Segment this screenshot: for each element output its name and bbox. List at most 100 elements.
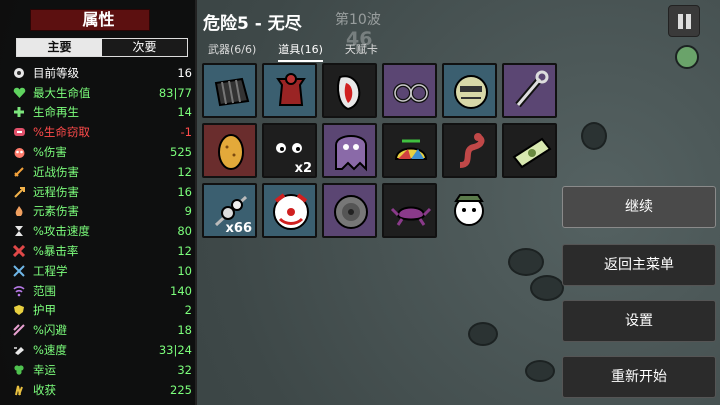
crit-icon <box>12 244 26 258</box>
item-slot[interactable] <box>262 183 317 238</box>
continue-button[interactable]: 继续 <box>562 186 716 228</box>
stat-label: 最大生命值 <box>33 85 91 100</box>
stat-row[interactable]: %生命窃取 -1 <box>12 122 192 142</box>
stat-label: 范围 <box>33 283 56 298</box>
stat-label: %攻击速度 <box>33 224 90 239</box>
stat-row[interactable]: 护甲 2 <box>12 301 192 321</box>
item-slot[interactable] <box>442 183 497 238</box>
stat-value: 18 <box>177 323 192 338</box>
stat-value: 80 <box>177 224 192 239</box>
stat-row[interactable]: 最大生命值 83|77 <box>12 83 192 103</box>
stat-value: 12 <box>177 164 192 179</box>
stat-row[interactable]: 元素伤害 9 <box>12 202 192 222</box>
stat-value: 225 <box>170 382 192 397</box>
stat-row[interactable]: %攻击速度 80 <box>12 221 192 241</box>
item-ghost-icon <box>335 135 367 172</box>
stat-value: 525 <box>170 145 192 160</box>
engineering-icon <box>12 264 26 278</box>
tab-weapons[interactable]: 武器(6/6) <box>208 41 256 62</box>
restart-button[interactable]: 重新开始 <box>562 356 716 398</box>
tab-secondary[interactable]: 次要 <box>102 39 187 56</box>
stat-label: 远程伤害 <box>33 184 79 199</box>
item-count: x66 <box>225 221 252 236</box>
stat-value: 140 <box>170 283 192 298</box>
stat-row[interactable]: 生命再生 14 <box>12 103 192 123</box>
item-slot[interactable] <box>202 123 257 178</box>
stat-value: 16 <box>177 65 192 80</box>
range-icon <box>12 284 26 298</box>
enemy-silhouette <box>468 322 498 346</box>
stat-list: 目前等级 16 最大生命值 83|77 生命再生 14 %生命窃取 -1 %伤害 525 近战伤害 1… <box>12 63 192 400</box>
item-clown-icon <box>273 193 309 230</box>
attack-speed-icon <box>12 224 26 238</box>
stat-value: 2 <box>184 303 192 318</box>
stat-row[interactable]: %闪避 18 <box>12 320 192 340</box>
stat-row[interactable]: %伤害 525 <box>12 142 192 162</box>
item-propeller-hat-icon <box>394 139 428 160</box>
stat-row[interactable]: 远程伤害 16 <box>12 182 192 202</box>
enemy-silhouette <box>675 45 699 69</box>
tab-primary[interactable]: 主要 <box>17 39 102 56</box>
pause-button[interactable] <box>668 5 700 37</box>
item-slot[interactable] <box>322 63 377 118</box>
main-menu-button[interactable]: 返回主菜单 <box>562 244 716 286</box>
item-slot[interactable] <box>502 63 557 118</box>
enemy-silhouette <box>530 275 564 301</box>
item-slot[interactable]: x66 <box>202 183 257 238</box>
item-slot[interactable] <box>262 63 317 118</box>
item-slot[interactable] <box>202 63 257 118</box>
item-slot[interactable] <box>382 183 437 238</box>
dodge-icon <box>12 323 26 337</box>
harvest-icon <box>12 383 26 397</box>
stat-label: 护甲 <box>33 303 56 318</box>
pause-icon <box>678 14 683 29</box>
item-tool-icon <box>515 70 549 108</box>
tab-items[interactable]: 道具(16) <box>278 41 323 62</box>
stat-row[interactable]: 工程学 10 <box>12 261 192 281</box>
item-slot[interactable] <box>502 123 557 178</box>
stat-label: 生命再生 <box>33 105 79 120</box>
item-slot[interactable] <box>322 123 377 178</box>
stat-label: %速度 <box>33 343 67 358</box>
stat-label: 幸运 <box>33 362 56 377</box>
item-slot[interactable] <box>442 63 497 118</box>
item-slot[interactable] <box>382 63 437 118</box>
stat-value: 32 <box>177 362 192 377</box>
stat-row[interactable]: %暴击率 12 <box>12 241 192 261</box>
stat-value: 33|24 <box>158 343 192 358</box>
ranged-icon <box>12 185 26 199</box>
item-slot[interactable] <box>442 123 497 178</box>
stat-row[interactable]: 范围 140 <box>12 281 192 301</box>
item-tabs: 武器(6/6) 道具(16) 天赋卡 <box>208 41 400 62</box>
stats-tab-group: 主要 次要 <box>16 38 188 57</box>
damage-icon <box>12 145 26 159</box>
settings-button[interactable]: 设置 <box>562 300 716 342</box>
stat-label: 收获 <box>33 382 56 397</box>
elemental-icon <box>12 204 26 218</box>
item-grate-icon <box>214 77 250 107</box>
heart-icon <box>12 86 26 100</box>
enemy-silhouette <box>581 122 607 150</box>
item-slot[interactable]: x2 <box>262 123 317 178</box>
stat-row[interactable]: 目前等级 16 <box>12 63 192 83</box>
item-handcuffs-icon <box>393 83 429 103</box>
melee-icon <box>12 165 26 179</box>
stat-row[interactable]: %速度 33|24 <box>12 340 192 360</box>
stat-value: 10 <box>177 263 192 278</box>
item-slot[interactable] <box>322 183 377 238</box>
item-crab-icon <box>390 206 432 226</box>
wave-label: 第10波 <box>335 12 381 28</box>
stat-label: 工程学 <box>33 263 68 278</box>
stat-value: 16 <box>177 184 192 199</box>
speed-icon <box>12 343 26 357</box>
stat-row[interactable]: 收获 225 <box>12 380 192 400</box>
item-slot[interactable] <box>382 123 437 178</box>
item-red-tongue-icon <box>337 75 361 111</box>
stat-label: %伤害 <box>33 145 67 160</box>
stat-label: %生命窃取 <box>33 125 90 140</box>
item-alien-icon <box>454 194 484 226</box>
tab-talent-cards[interactable]: 天赋卡 <box>345 41 378 62</box>
stat-row[interactable]: 近战伤害 12 <box>12 162 192 182</box>
stat-label: 目前等级 <box>33 65 79 80</box>
stat-row[interactable]: 幸运 32 <box>12 360 192 380</box>
